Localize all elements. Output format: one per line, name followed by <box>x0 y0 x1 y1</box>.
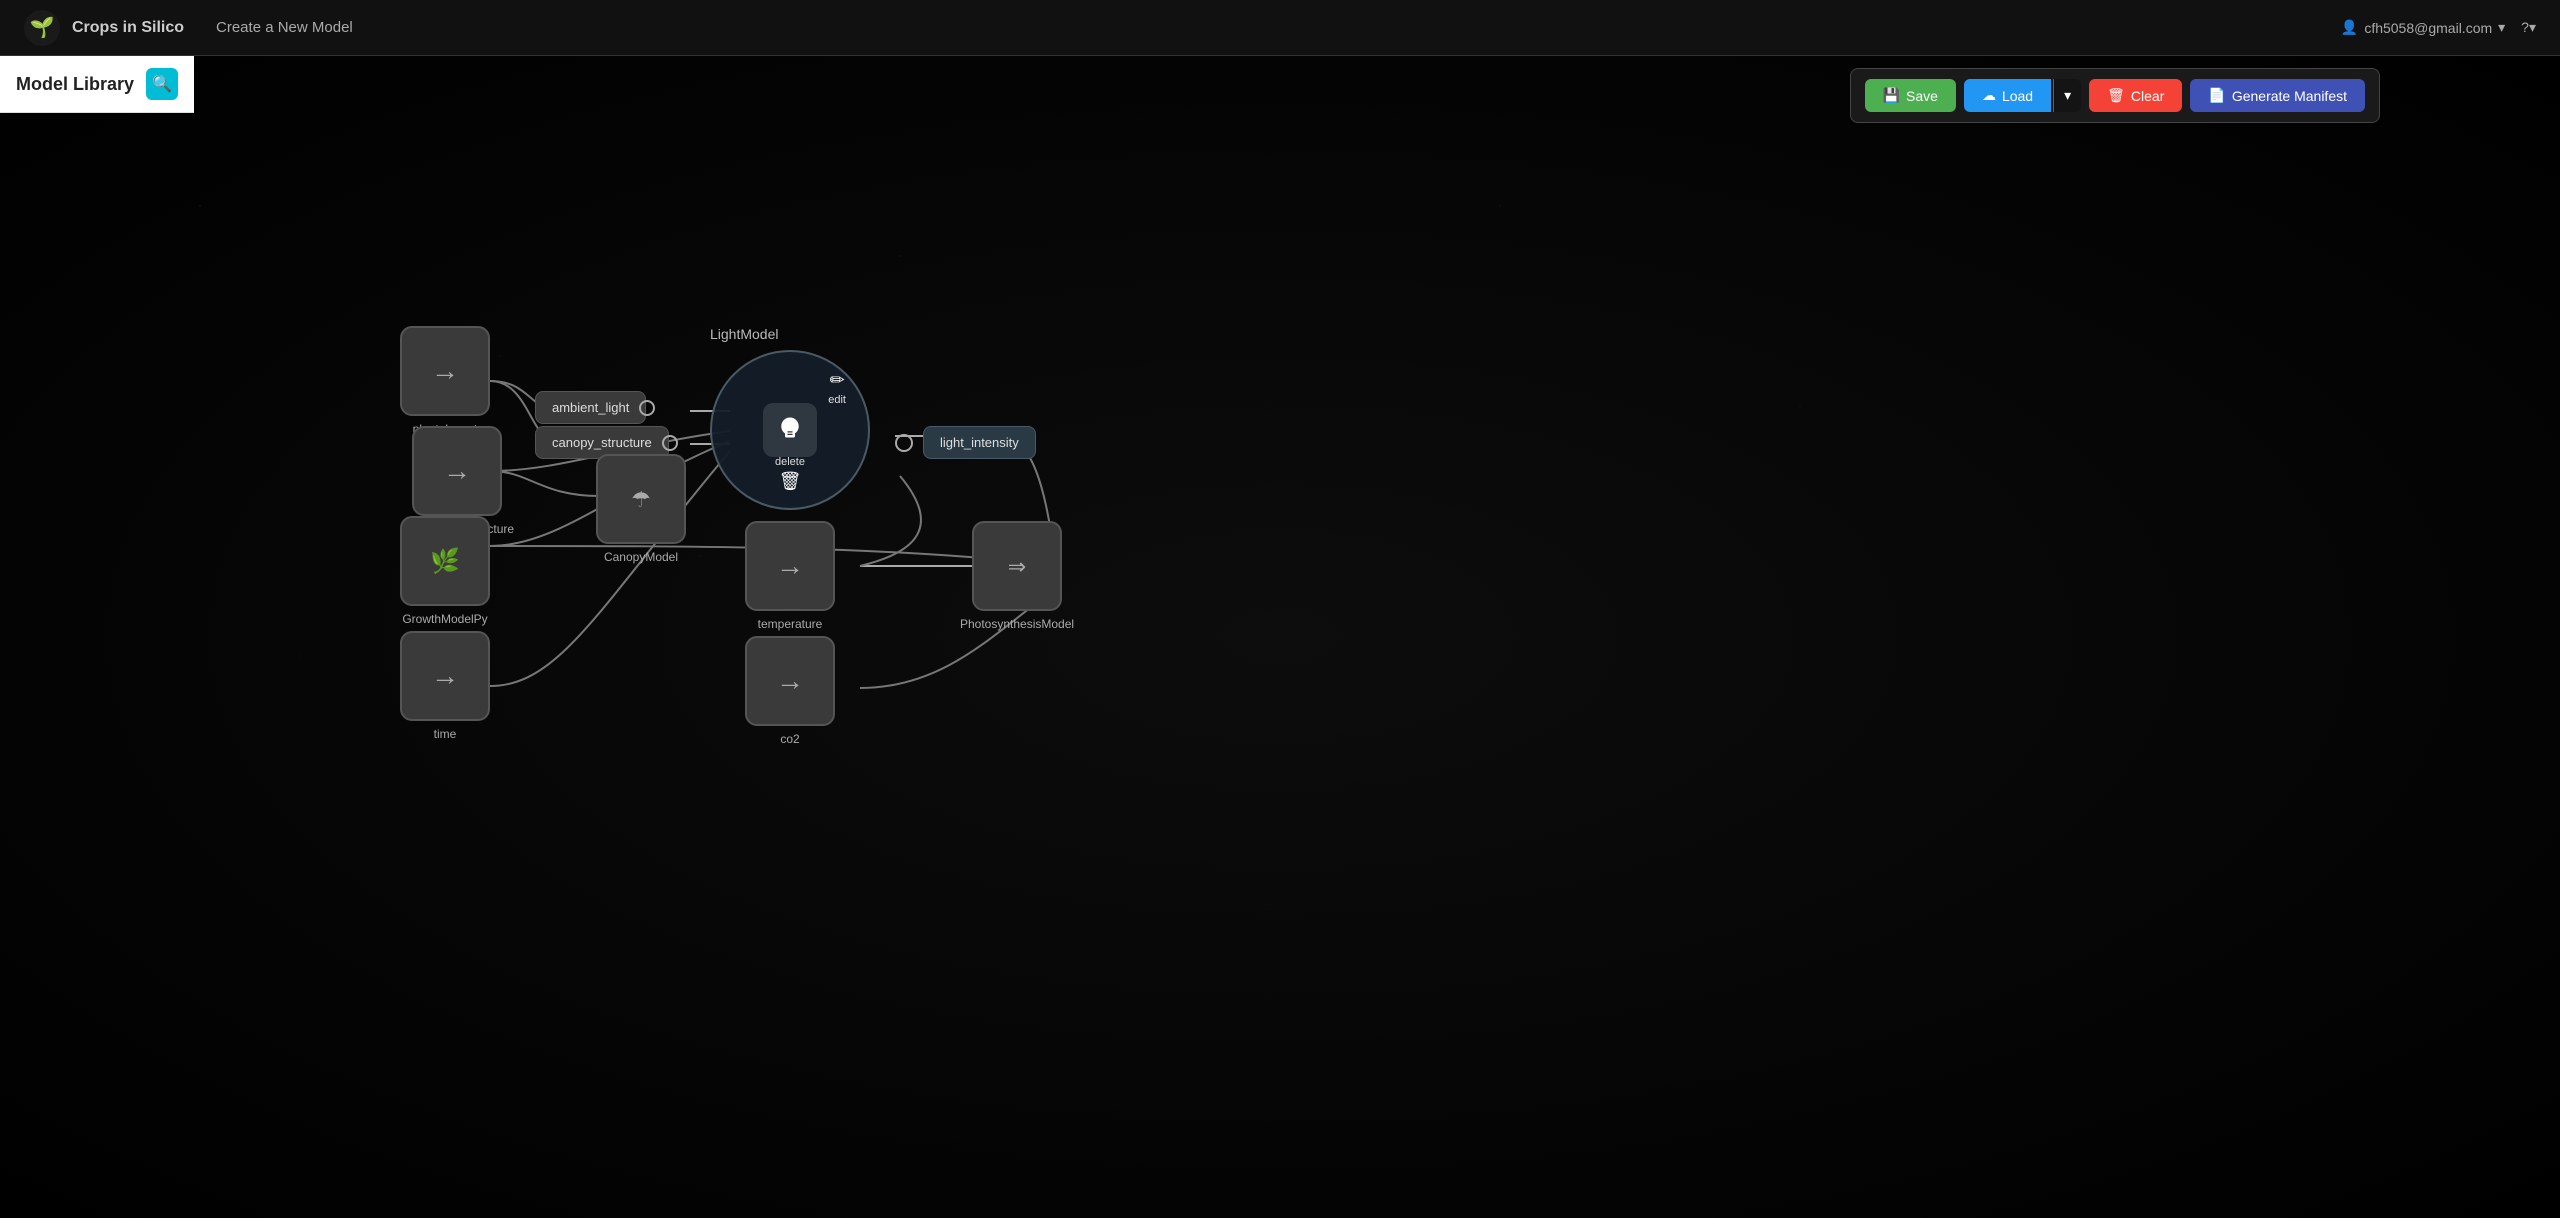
navbar: 🌱 Crops in Silico Create a New Model 👤 c… <box>0 0 2560 56</box>
light-model-main-icon[interactable] <box>763 403 817 457</box>
co2-box[interactable]: → <box>745 636 835 726</box>
manifest-label: Generate Manifest <box>2232 88 2347 104</box>
edit-action[interactable]: ✏ edit <box>828 370 846 406</box>
light-intensity-output: light_intensity <box>895 426 1036 459</box>
model-library-title: Model Library <box>16 74 134 95</box>
page-title: Create a New Model <box>216 19 353 36</box>
init-canopy-structure-box[interactable]: → <box>412 426 502 516</box>
growth-model-box[interactable]: 🌿 <box>400 516 490 606</box>
light-model-node[interactable]: ✏ edit delete 🗑 <box>710 350 870 510</box>
generate-manifest-button[interactable]: 📄 Generate Manifest <box>2190 79 2365 112</box>
growth-model-node[interactable]: 🌿 GrowthModelPy <box>400 516 490 626</box>
user-icon: 👤 <box>2341 19 2358 36</box>
canopy-structure-port[interactable] <box>662 435 678 451</box>
plant-layout-node[interactable]: → plant_layout <box>400 326 490 436</box>
delete-label: delete <box>775 456 805 468</box>
toolbar: 💾 Save ☁ Load ▾ 🗑 Clear 📄 Generate Manif… <box>1850 68 2380 123</box>
ambient-light-port[interactable] <box>639 400 655 416</box>
user-menu[interactable]: 👤 cfh5058@gmail.com ▾ <box>2341 19 2505 36</box>
plant-layout-box[interactable]: → <box>400 326 490 416</box>
svg-text:🌱: 🌱 <box>30 16 55 39</box>
load-icon: ☁ <box>1982 87 1996 104</box>
canopy-structure-label: canopy_structure <box>552 435 652 450</box>
load-label: Load <box>2002 88 2033 104</box>
delete-icon: 🗑 <box>779 471 802 492</box>
co2-node[interactable]: → co2 <box>745 636 835 746</box>
load-dropdown-button[interactable]: ▾ <box>2053 79 2081 112</box>
navbar-right: 👤 cfh5058@gmail.com ▾ ?▾ <box>2341 19 2536 36</box>
model-library-header: Model Library 🔍 <box>0 56 194 113</box>
help-button[interactable]: ?▾ <box>2521 19 2536 36</box>
clear-button[interactable]: 🗑 Clear <box>2089 79 2182 112</box>
edit-icon: ✏ <box>830 370 845 391</box>
light-model-container: LightModel ✏ edit delete 🗑 <box>710 326 779 350</box>
lightbulb-icon <box>775 415 805 445</box>
edit-label: edit <box>828 394 846 406</box>
app-logo: 🌱 <box>24 10 60 46</box>
clear-label: Clear <box>2131 88 2164 104</box>
user-chevron-icon: ▾ <box>2498 19 2505 36</box>
light-model-title-label: LightModel <box>710 326 779 342</box>
photosynthesis-box[interactable]: ⇒ <box>972 521 1062 611</box>
user-email: cfh5058@gmail.com <box>2364 20 2492 36</box>
photosynthesis-icon: ⇒ <box>999 548 1035 584</box>
light-intensity-label: light_intensity <box>940 435 1019 450</box>
save-icon: 💾 <box>1883 87 1900 104</box>
manifest-icon: 📄 <box>2208 87 2225 104</box>
time-node[interactable]: → time <box>400 631 490 741</box>
save-label: Save <box>1906 88 1938 104</box>
model-library-search-button[interactable]: 🔍 <box>146 68 178 100</box>
photosynthesis-label: PhotosynthesisModel <box>960 617 1074 631</box>
light-intensity-port-circle[interactable] <box>895 434 913 452</box>
save-button[interactable]: 💾 Save <box>1865 79 1956 112</box>
app-name: Crops in Silico <box>72 19 184 37</box>
canopy-model-node[interactable]: ☂ CanopyModel <box>596 454 686 564</box>
ambient-light-label: ambient_light <box>552 400 629 415</box>
temperature-label: temperature <box>758 617 823 631</box>
time-label: time <box>434 727 457 741</box>
photosynthesis-node[interactable]: ⇒ PhotosynthesisModel <box>960 521 1074 631</box>
canopy-model-box[interactable]: ☂ <box>596 454 686 544</box>
co2-label: co2 <box>780 732 799 746</box>
delete-action[interactable]: delete 🗑 <box>775 456 805 492</box>
temperature-box[interactable]: → <box>745 521 835 611</box>
svg-text:🌿: 🌿 <box>430 547 460 575</box>
svg-text:☂: ☂ <box>631 487 651 512</box>
growth-model-icon: 🌿 <box>425 541 465 581</box>
ambient-light-input[interactable]: ambient_light <box>535 391 646 424</box>
canopy-model-label: CanopyModel <box>604 550 678 564</box>
light-intensity-box: light_intensity <box>923 426 1036 459</box>
time-box[interactable]: → <box>400 631 490 721</box>
load-chevron-icon: ▾ <box>2064 87 2071 104</box>
connections-svg <box>0 56 2560 1218</box>
canvas[interactable]: → plant_layout → init_canopy_structure 🌿… <box>0 56 2560 1218</box>
load-button[interactable]: ☁ Load <box>1964 79 2051 112</box>
growth-model-label: GrowthModelPy <box>402 612 487 626</box>
svg-text:⇒: ⇒ <box>1008 554 1026 579</box>
clear-icon: 🗑 <box>2107 87 2125 104</box>
temperature-node[interactable]: → temperature <box>745 521 835 631</box>
canopy-model-icon: ☂ <box>623 481 659 517</box>
